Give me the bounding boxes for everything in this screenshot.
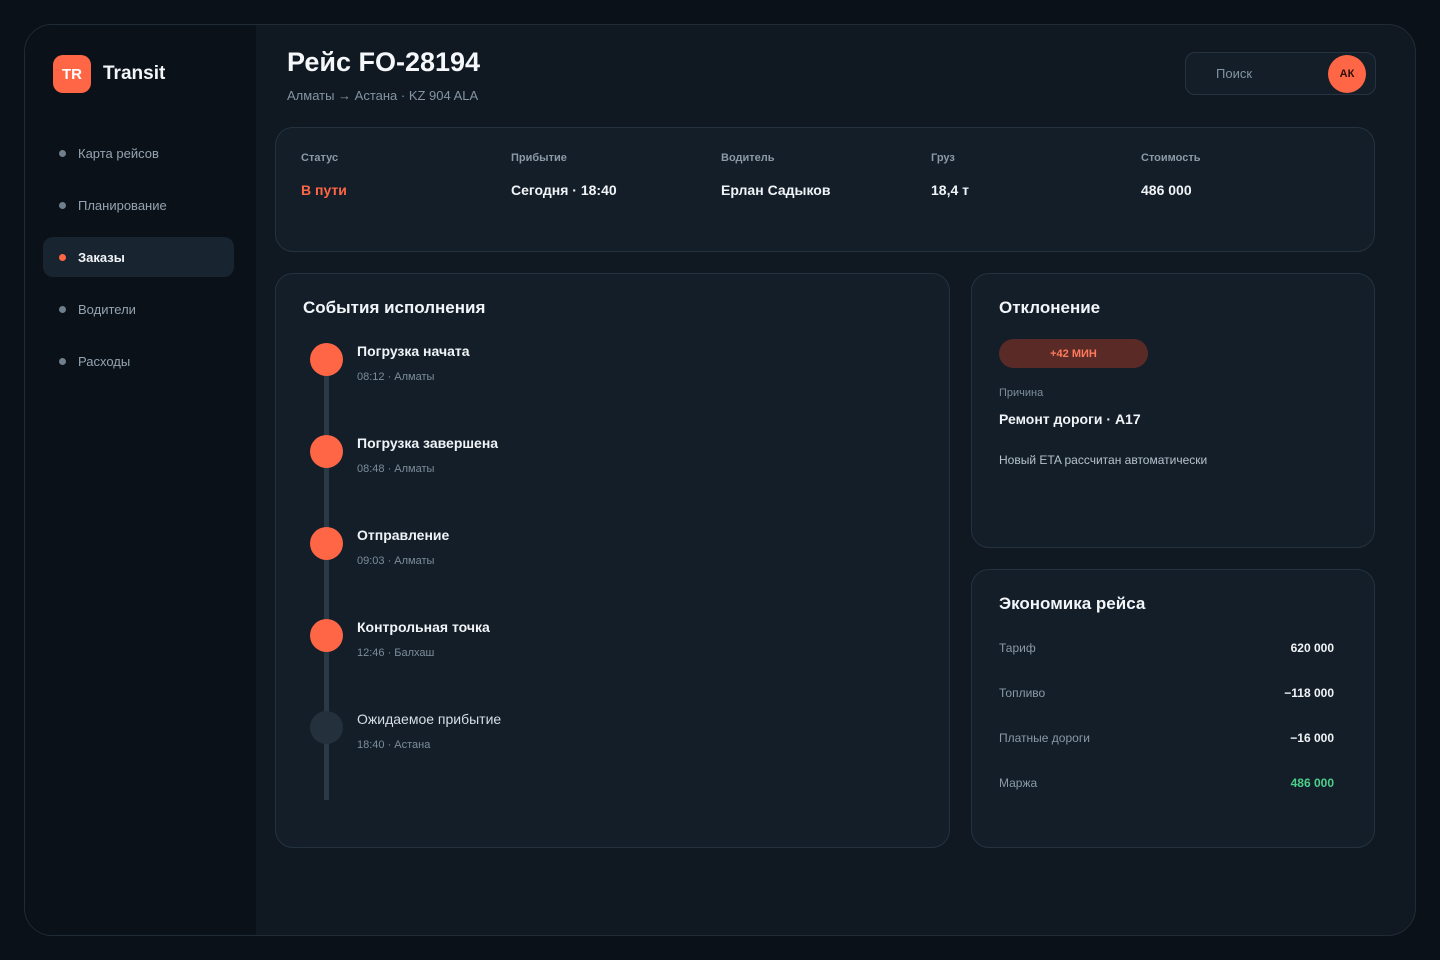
sidebar-item-map[interactable]: Карта рейсов	[43, 133, 234, 173]
sidebar-nav: Карта рейсов Планирование Заказы Водител…	[43, 133, 234, 393]
summary-label: Стоимость	[1141, 152, 1201, 164]
margin-value: 486 000	[1290, 776, 1334, 790]
avatar[interactable]: АК	[1328, 55, 1366, 93]
reason-value: Ремонт дороги · A17	[999, 411, 1141, 427]
summary-label: Прибытие	[511, 152, 567, 164]
cost-value: 486 000	[1141, 182, 1192, 198]
sidebar-item-orders[interactable]: Заказы	[43, 237, 234, 277]
app-window: TR Transit Карта рейсов Планирование Зак…	[24, 24, 1416, 936]
economy-title: Экономика рейса	[999, 594, 1146, 613]
event-title: Погрузка завершена	[357, 435, 499, 451]
economy-label: Платные дороги	[999, 731, 1090, 745]
bullet-icon	[59, 149, 66, 157]
economy-card: Экономика рейса Тариф 620 000 Топливо −1…	[971, 569, 1375, 848]
bullet-icon	[59, 201, 66, 209]
event-title: Отправление	[357, 527, 450, 543]
sidebar-item-label: Карта рейсов	[78, 145, 159, 161]
sidebar-item-label: Планирование	[78, 197, 167, 213]
sidebar: TR Transit Карта рейсов Планирование Зак…	[25, 25, 256, 935]
event-meta: 18:40 · Астана	[357, 739, 431, 751]
economy-value: −118 000	[1284, 686, 1334, 700]
economy-row-margin: Маржа 486 000	[999, 776, 1334, 796]
summary-cost: Стоимость 486 000	[1141, 152, 1201, 198]
delay-badge: +42 МИН	[999, 339, 1148, 368]
route-subtitle: Алматы → Астана · KZ 904 ALA	[287, 88, 479, 103]
event-title: Ожидаемое прибытие	[357, 711, 502, 727]
sidebar-item-label: Водители	[78, 301, 136, 317]
economy-row-tariff: Тариф 620 000	[999, 641, 1334, 661]
deviation-title: Отклонение	[999, 298, 1101, 317]
event-meta: 08:12 · Алматы	[357, 371, 435, 383]
sidebar-item-drivers[interactable]: Водители	[43, 289, 234, 329]
summary-card: Статус В пути Прибытие Сегодня · 18:40 В…	[275, 127, 1375, 252]
search-input[interactable]	[1200, 53, 1320, 94]
event-pending-icon	[310, 711, 343, 744]
sidebar-item-label: Расходы	[78, 353, 131, 369]
events-title: События исполнения	[303, 298, 486, 317]
event-done-icon	[310, 435, 343, 468]
economy-value: −16 000	[1290, 731, 1334, 745]
event-title: Погрузка начата	[357, 343, 470, 359]
summary-driver: Водитель Ерлан Садыков	[721, 152, 830, 198]
bullet-icon	[59, 305, 66, 313]
cargo-value: 18,4 т	[931, 182, 969, 198]
event-done-icon	[310, 527, 343, 560]
sidebar-item-expenses[interactable]: Расходы	[43, 341, 234, 381]
reason-label: Причина	[999, 387, 1044, 399]
status-value: В пути	[301, 182, 347, 198]
economy-value: 620 000	[1290, 641, 1334, 655]
summary-cargo: Груз 18,4 т	[931, 152, 969, 198]
bullet-icon	[59, 357, 66, 365]
summary-label: Груз	[931, 152, 955, 164]
brand-logo: TR	[53, 55, 91, 93]
event-title: Контрольная точка	[357, 619, 490, 635]
bullet-icon	[59, 253, 66, 261]
sidebar-item-planning[interactable]: Планирование	[43, 185, 234, 225]
driver-value: Ерлан Садыков	[721, 182, 831, 198]
summary-label: Статус	[301, 152, 339, 164]
event-meta: 12:46 · Балхаш	[357, 647, 435, 659]
event-done-icon	[310, 343, 343, 376]
summary-status: Статус В пути	[301, 152, 347, 198]
event-meta: 08:48 · Алматы	[357, 463, 435, 475]
summary-label: Водитель	[721, 152, 775, 164]
economy-label: Тариф	[999, 641, 1036, 655]
economy-row-tolls: Платные дороги −16 000	[999, 731, 1334, 751]
event-meta: 09:03 · Алматы	[357, 555, 435, 567]
arrival-value: Сегодня · 18:40	[511, 182, 617, 198]
brand-name: Transit	[103, 63, 166, 84]
deviation-card: Отклонение +42 МИН Причина Ремонт дороги…	[971, 273, 1375, 548]
economy-label: Маржа	[999, 776, 1038, 790]
summary-arrival: Прибытие Сегодня · 18:40	[511, 152, 617, 198]
search-box: АК	[1185, 52, 1376, 95]
event-done-icon	[310, 619, 343, 652]
sidebar-item-label: Заказы	[78, 249, 125, 265]
page-title: Рейс FO-28194	[287, 47, 481, 77]
events-card: События исполнения Погрузка начата 08:12…	[275, 273, 950, 848]
eta-note: Новый ETA рассчитан автоматически	[999, 453, 1208, 467]
economy-row-fuel: Топливо −118 000	[999, 686, 1334, 706]
main-content: Рейс FO-28194 Алматы → Астана · KZ 904 A…	[256, 25, 1415, 935]
brand[interactable]: TR Transit	[53, 55, 165, 93]
economy-label: Топливо	[999, 686, 1046, 700]
